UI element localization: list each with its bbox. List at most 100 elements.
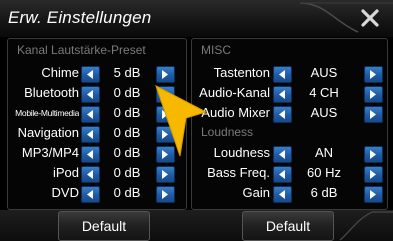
setting-label: Chime [41, 65, 79, 80]
section-header-misc: MISC [201, 43, 231, 57]
setting-label: iPod [52, 165, 79, 180]
setting-value: AUS [310, 105, 338, 120]
setting-row-audio-mixer: Audio Mixer AUS [192, 103, 387, 123]
setting-value: 0 dB [113, 185, 141, 200]
increase-button-audio-kanal[interactable] [364, 86, 383, 103]
increase-button-bluetooth[interactable] [156, 86, 175, 103]
chevron-right-icon [162, 130, 168, 139]
increase-button-dvd[interactable] [156, 186, 175, 203]
chevron-right-icon [370, 70, 376, 79]
setting-label: DVD [51, 185, 79, 200]
setting-value: AUS [310, 65, 338, 80]
setting-label: Bluetooth [24, 85, 79, 100]
bottom-bar: Default Default [0, 210, 393, 241]
chevron-right-icon [162, 150, 168, 159]
chevron-right-icon [370, 90, 376, 99]
decrease-button-ipod[interactable] [81, 166, 100, 183]
setting-row-ipod: iPod 0 dB [8, 163, 186, 183]
decrease-button-gain[interactable] [273, 186, 292, 203]
decrease-button-mp3-mp4[interactable] [81, 146, 100, 163]
decrease-button-chime[interactable] [81, 66, 100, 83]
chevron-left-icon [279, 190, 285, 199]
close-icon[interactable] [359, 7, 381, 29]
chevron-right-icon [162, 90, 168, 99]
setting-value: 0 dB [113, 105, 141, 120]
increase-button-tastenton[interactable] [364, 66, 383, 83]
decrease-button-bluetooth[interactable] [81, 86, 100, 103]
increase-button-mobile-multimedia[interactable] [156, 106, 175, 123]
setting-label: Tastenton [213, 65, 270, 80]
setting-value: 4 CH [309, 85, 339, 100]
chevron-right-icon [162, 190, 168, 199]
channel-volume-panel: Kanal Lautstärke-Preset Chime 5 dB Bluet… [7, 38, 187, 210]
decrease-button-audio-kanal[interactable] [273, 86, 292, 103]
chevron-right-icon [162, 170, 168, 179]
chevron-left-icon [279, 70, 285, 79]
chevron-left-icon [87, 170, 93, 179]
chevron-left-icon [87, 150, 93, 159]
increase-button-ipod[interactable] [156, 166, 175, 183]
increase-button-chime[interactable] [156, 66, 175, 83]
increase-button-mp3-mp4[interactable] [156, 146, 175, 163]
default-button-right[interactable]: Default [242, 211, 334, 241]
chevron-right-icon [370, 170, 376, 179]
increase-button-navigation[interactable] [156, 126, 175, 143]
setting-row-audio-kanal: Audio-Kanal 4 CH [192, 83, 387, 103]
chevron-left-icon [87, 110, 93, 119]
chevron-right-icon [370, 190, 376, 199]
setting-value: 6 dB [310, 185, 338, 200]
decrease-button-dvd[interactable] [81, 186, 100, 203]
setting-value: 5 dB [113, 65, 141, 80]
setting-row-navigation: Navigation 0 dB [8, 123, 186, 143]
decrease-button-mobile-multimedia[interactable] [81, 106, 100, 123]
setting-label: Audio Mixer [201, 105, 270, 120]
chevron-right-icon [370, 150, 376, 159]
setting-row-bass-freq: Bass Freq. 60 Hz [192, 163, 387, 183]
setting-label: MP3/MP4 [21, 145, 79, 160]
setting-row-gain: Gain 6 dB [192, 183, 387, 203]
chevron-left-icon [87, 70, 93, 79]
section-header-loudness: Loudness [201, 125, 254, 139]
increase-button-gain[interactable] [364, 186, 383, 203]
decrease-button-loudness[interactable] [273, 146, 292, 163]
chevron-left-icon [279, 110, 285, 119]
chevron-right-icon [162, 110, 168, 119]
chevron-left-icon [87, 90, 93, 99]
chevron-left-icon [87, 130, 93, 139]
setting-label: Mobile-Multimedia [15, 108, 79, 118]
setting-label: Loudness [213, 145, 270, 160]
setting-label: Audio-Kanal [199, 85, 270, 100]
decrease-button-tastenton[interactable] [273, 66, 292, 83]
decrease-button-navigation[interactable] [81, 126, 100, 143]
setting-row-tastenton: Tastenton AUS [192, 63, 387, 83]
chevron-left-icon [87, 190, 93, 199]
chevron-right-icon [370, 110, 376, 119]
setting-label: Navigation [17, 125, 79, 140]
setting-value: 0 dB [113, 145, 141, 160]
setting-value: 0 dB [113, 85, 141, 100]
close-icon-glyph [361, 9, 379, 27]
chevron-left-icon [279, 170, 285, 179]
setting-value: 0 dB [113, 165, 141, 180]
decrease-button-audio-mixer[interactable] [273, 106, 292, 123]
setting-row-chime: Chime 5 dB [8, 63, 186, 83]
setting-row-mobile-multimedia: Mobile-Multimedia 0 dB [8, 103, 186, 123]
chevron-left-icon [279, 90, 285, 99]
title-bar: Erw. Einstellungen [0, 0, 393, 37]
setting-label: Gain [242, 185, 270, 200]
chevron-right-icon [162, 70, 168, 79]
setting-row-loudness: Loudness AN [192, 143, 387, 163]
setting-value: 60 Hz [307, 165, 341, 180]
misc-panel: MISC Tastenton AUS Audio-Kanal 4 CH Audi… [191, 38, 388, 210]
increase-button-loudness[interactable] [364, 146, 383, 163]
increase-button-bass-freq[interactable] [364, 166, 383, 183]
setting-row-dvd: DVD 0 dB [8, 183, 186, 203]
setting-value: AN [314, 145, 334, 160]
decrease-button-bass-freq[interactable] [273, 166, 292, 183]
page-title: Erw. Einstellungen [8, 8, 152, 27]
setting-label: Bass Freq. [207, 165, 270, 180]
increase-button-audio-mixer[interactable] [364, 106, 383, 123]
default-button-left[interactable]: Default [58, 211, 150, 241]
setting-value: 0 dB [113, 125, 141, 140]
setting-row-mp3-mp4: MP3/MP4 0 dB [8, 143, 186, 163]
